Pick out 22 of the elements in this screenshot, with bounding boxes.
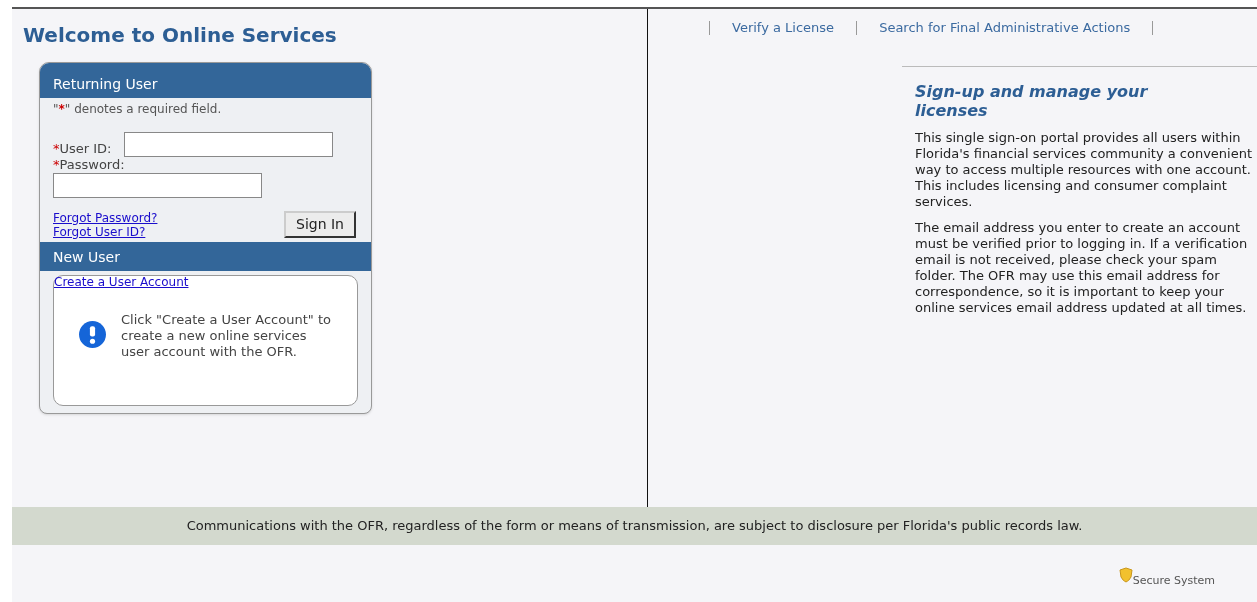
aside-heading: Sign-up and manage your licenses [915,82,1149,120]
password-field[interactable] [53,173,262,198]
required-note: "*" denotes a required field. [52,101,223,118]
section-header: New User [40,242,371,271]
field-label: *User ID: [53,141,112,157]
create-account-link[interactable]: Create a User Account [54,275,189,289]
nav-link[interactable]: Search for Final Administrative Actions [879,18,1131,38]
footer-bar: Communications with the OFR, regardless of the form or means of transmission, are subject to disclosure per Florida's public records law. [12,507,1257,545]
field-label: *Password: [53,157,126,173]
page-title: Welcome to Online Services [23,22,338,48]
nav-link[interactable]: Verify a License [732,18,835,38]
secure-label: Secure System [1132,573,1215,589]
forgot-link[interactable]: Forgot Password? [53,211,158,225]
user-id-field[interactable] [123,132,333,157]
forgot-link[interactable]: Forgot User ID? [53,225,158,239]
aside-paragraph: The email address you enter to create an account must be verified prior to logging in. If a verification email is not received, please check your spam folder. The OFR may use this email address for correspondence, so it is important to keep your online services email address updated at all times. [915,220,1249,316]
sign-in-button[interactable]: Sign In [284,211,356,238]
info-text: Click "Create a User Account" to create a new online services user account with the OFR. [121,312,331,360]
info-icon [78,320,107,349]
shield-icon [1118,567,1133,583]
section-header: Returning User [40,63,371,98]
aside-paragraph: This single sign-on portal provides all users within Florida's financial services community a convenient way to access multiple resources with one account. This includes licensing and consumer complaint services. [915,130,1253,210]
